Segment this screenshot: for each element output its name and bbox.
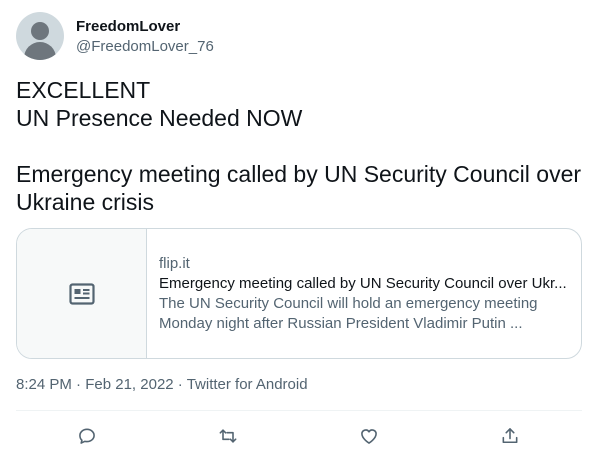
author-names: FreedomLover @FreedomLover_76 [76,15,214,57]
card-description-line: Monday night after Russian President Vla… [159,314,523,332]
card-title: Emergency meeting called by UN Security … [159,274,567,292]
tweet-meta: 8:24 PM · Feb 21, 2022 · Twitter for And… [16,375,308,395]
card-media [17,229,147,358]
author-display-name[interactable]: FreedomLover [76,17,214,37]
tweet-time: 8:24 PM [16,376,72,393]
reply-icon [79,428,95,444]
tweet-line: EXCELLENT [16,77,151,103]
link-card[interactable]: flip.it Emergency meeting called by UN S… [16,228,582,359]
card-body: flip.it Emergency meeting called by UN S… [147,229,581,358]
author-handle[interactable]: @FreedomLover_76 [76,37,214,57]
card-description: The UN Security Council will hold an eme… [159,294,567,334]
like-icon [361,429,377,444]
tweet-date: Feb 21, 2022 [85,376,174,393]
meta-separator: · [173,376,187,393]
tweet-source: Twitter for Android [186,376,308,393]
retweet-button[interactable] [213,421,243,451]
tweet-line: Emergency meeting called by UN Security … [16,161,582,187]
tweet-text: EXCELLENT UN Presence Needed NOW Emergen… [16,76,582,216]
avatar[interactable] [16,12,64,60]
avatar-body-shape [24,42,56,60]
action-bar [0,421,598,451]
retweet-icon [219,429,237,443]
tweet-time-link[interactable]: 8:24 PM · Feb 21, 2022 [16,376,174,393]
tweet-line: UN Presence Needed NOW [16,105,303,131]
card-description-line: The UN Security Council will hold an eme… [159,294,538,312]
meta-separator: · [71,376,86,393]
tweet-line: Ukraine crisis [16,189,155,215]
tweet-header: FreedomLover @FreedomLover_76 [16,12,214,60]
avatar-head-shape [31,22,49,40]
like-button[interactable] [354,421,384,451]
reply-button[interactable] [72,421,102,451]
tweet-line-break [16,132,582,160]
news-article-icon [68,282,95,305]
share-icon [502,428,518,444]
share-button[interactable] [495,421,525,451]
divider [16,410,582,411]
card-domain: flip.it [159,254,190,272]
